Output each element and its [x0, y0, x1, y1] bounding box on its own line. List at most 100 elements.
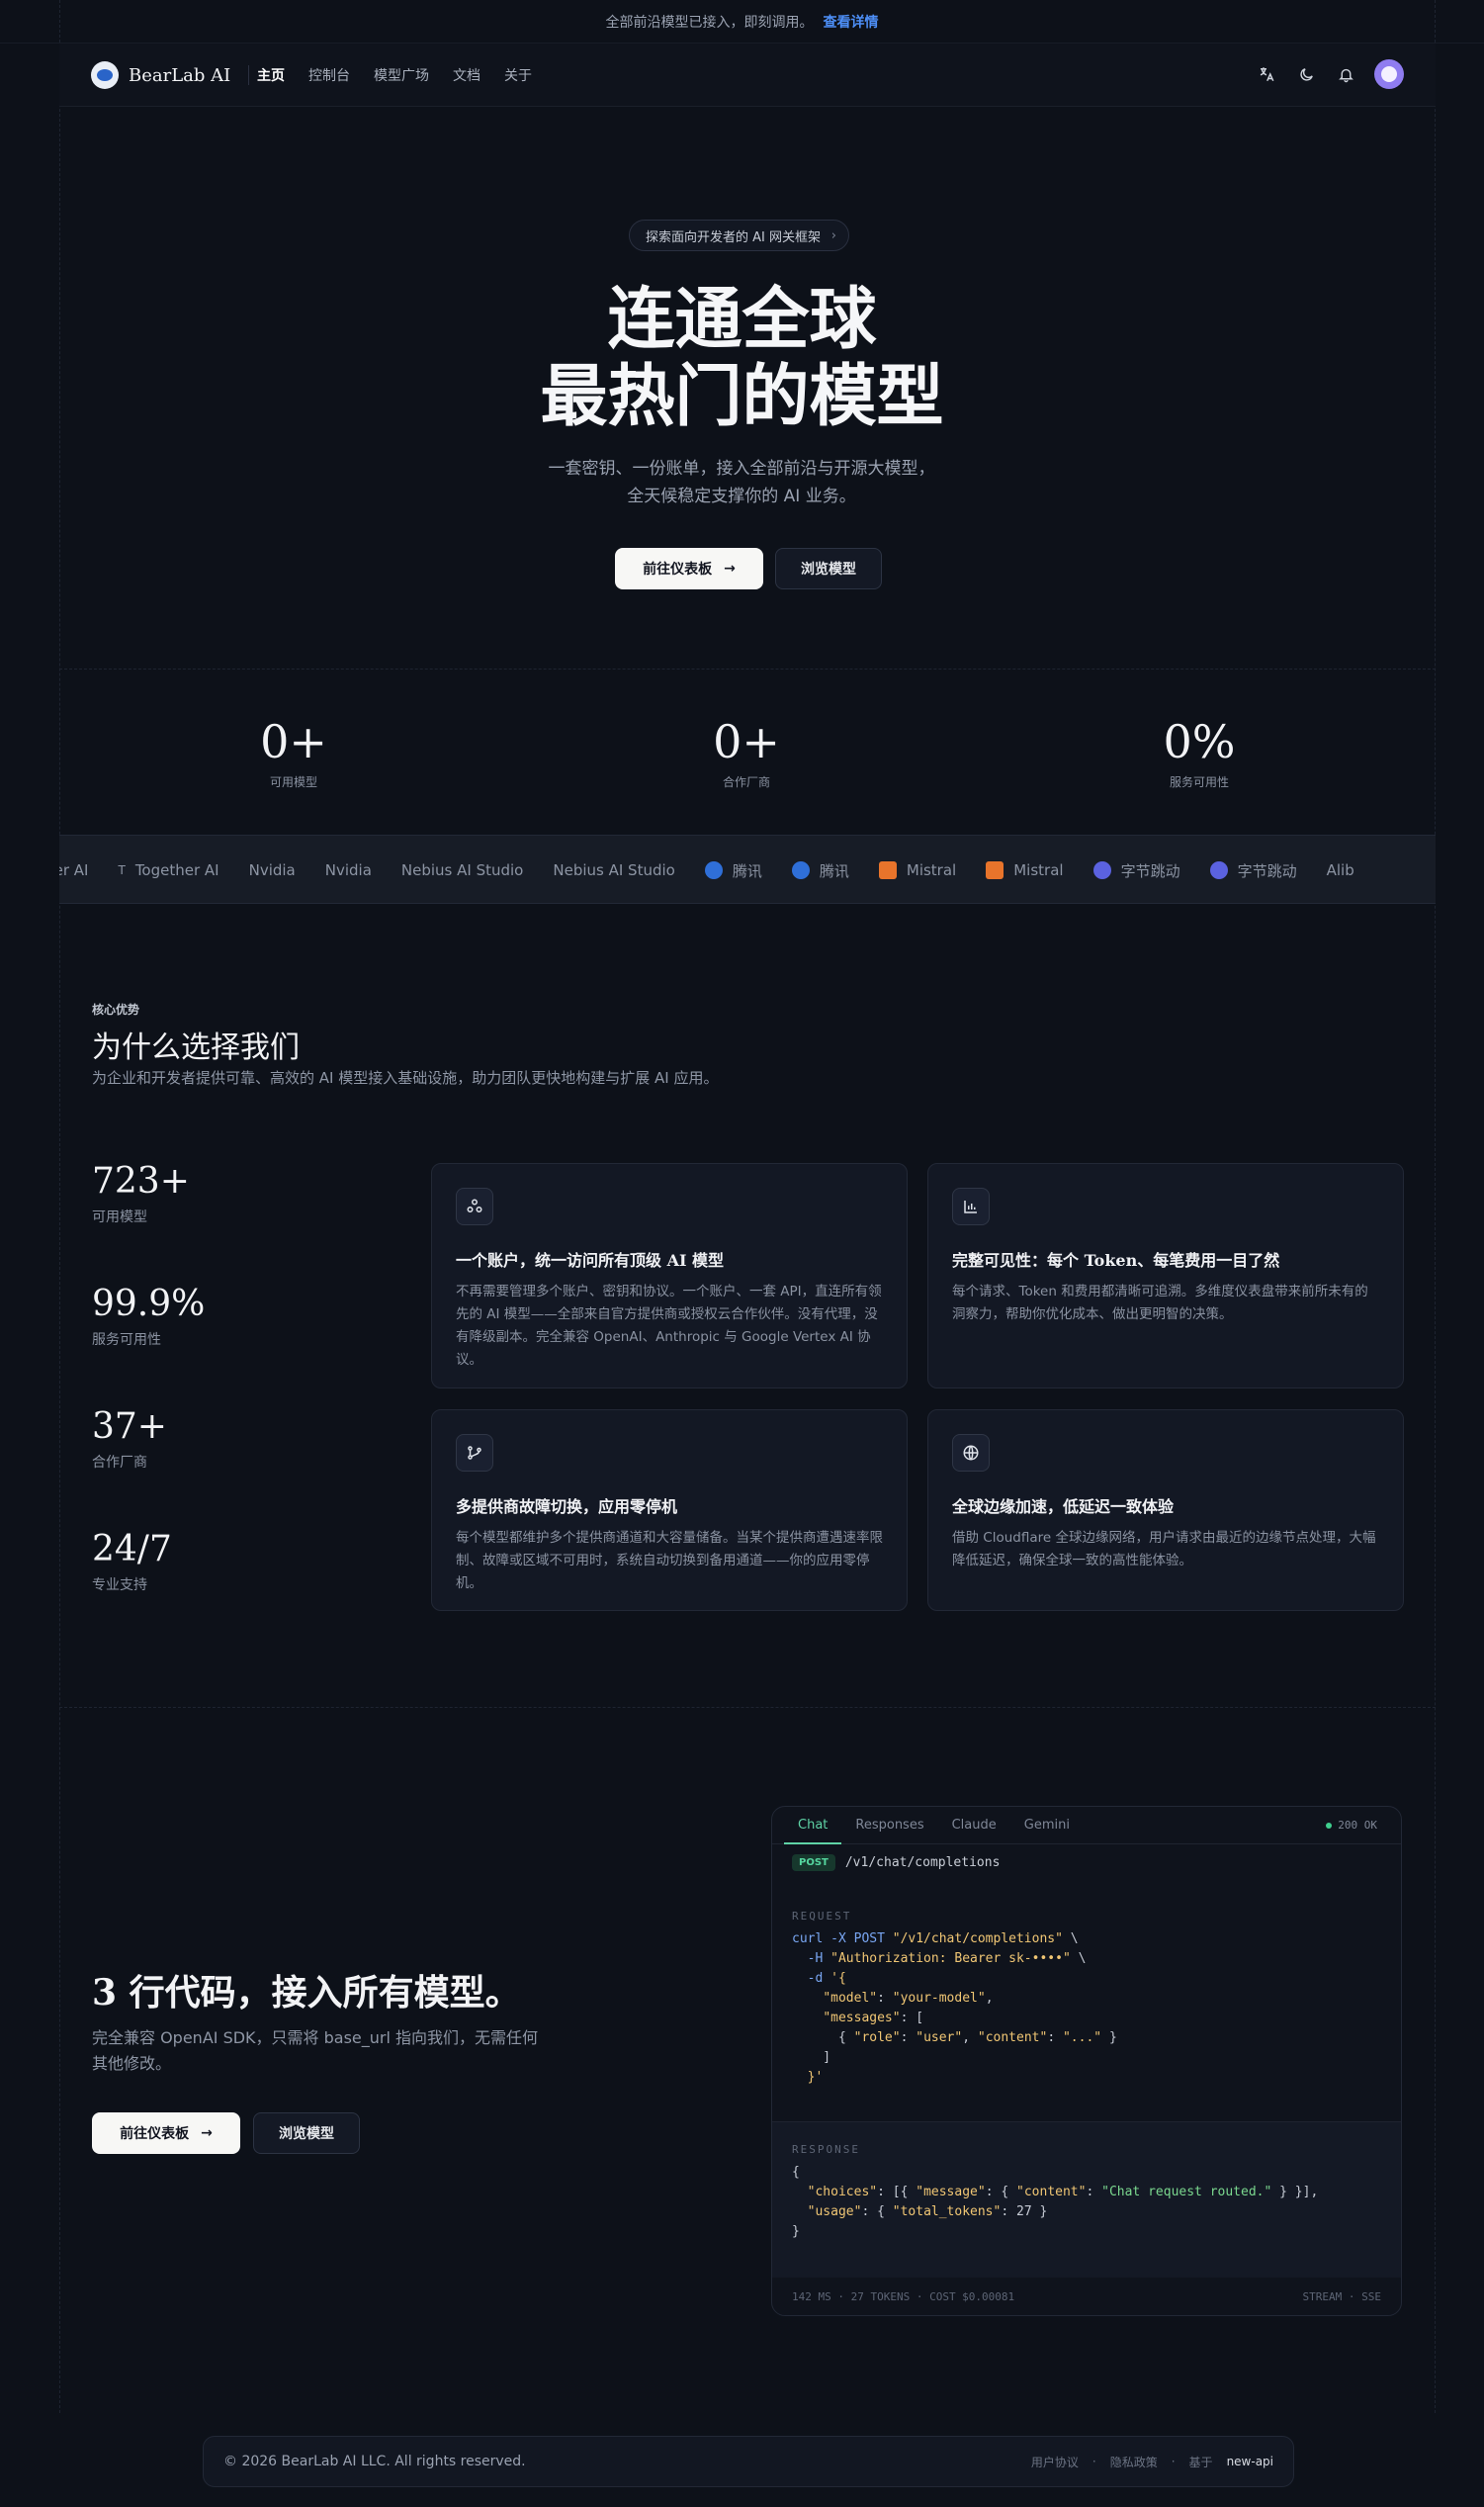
status-badge: 200 OK	[1326, 1819, 1377, 1832]
tencent-icon	[704, 861, 723, 879]
status-dot-icon	[1326, 1823, 1333, 1829]
provider-name: 字节跳动	[1237, 861, 1297, 880]
mistral-icon	[878, 861, 897, 879]
nav-models[interactable]: 模型广场	[374, 65, 429, 85]
announcement-link[interactable]: 查看详情	[824, 12, 879, 32]
provider-name: ether AI	[59, 861, 89, 879]
powered-link[interactable]: new-api	[1227, 2455, 1273, 2468]
nav-docs[interactable]: 文档	[453, 65, 480, 85]
stat-models: 0+ 可用模型	[195, 716, 393, 790]
hero-pill-text: 探索面向开发者的 AI 网关框架	[646, 229, 821, 245]
key-stat-value: 37+	[92, 1406, 167, 1447]
announcement-text: 全部前沿模型已接入，即刻调用。	[605, 14, 814, 31]
features-description: 为企业和开发者提供可靠、高效的 AI 模型接入基础设施，助力团队更快地构建与扩展…	[92, 1069, 719, 1087]
provider-item: 字节跳动	[1209, 860, 1297, 881]
tab-claude[interactable]: Claude	[938, 1807, 1010, 1844]
announcement-bar: 全部前沿模型已接入，即刻调用。 查看详情	[0, 0, 1484, 44]
terms-link[interactable]: 用户协议	[1031, 2454, 1079, 2470]
go-dashboard-button[interactable]: 前往仪表板 →	[615, 548, 763, 589]
code-panel: Chat Responses Claude Gemini 200 OK POST…	[771, 1806, 1402, 2316]
request-code: curl -X POST "/v1/chat/completions" \ -H…	[792, 1931, 1117, 2085]
arrow-right-icon: →	[724, 561, 736, 577]
nav-home[interactable]: 主页	[257, 65, 285, 85]
provider-item: 腾讯	[791, 860, 849, 881]
provider-item: Nvidia	[249, 861, 296, 879]
key-stat-label: 服务可用性	[92, 1332, 161, 1348]
provider-name: Mistral	[1013, 861, 1064, 879]
translate-icon[interactable]	[1256, 63, 1277, 85]
key-stat-value: 24/7	[92, 1529, 172, 1569]
brand-name: BearLab AI	[129, 64, 231, 86]
avatar[interactable]	[1374, 59, 1404, 89]
top-nav: BearLab AI 主页 控制台 模型广场 文档 关于	[59, 44, 1436, 107]
provider-name: 腾讯	[819, 861, 849, 880]
request-label: REQUEST	[792, 1910, 852, 1923]
go-dashboard-label: 前往仪表板	[643, 562, 713, 578]
feature-card: 全球边缘加速，低延迟一致体验 借助 Cloudflare 全球边缘网络，用户请求…	[927, 1409, 1404, 1611]
endpoint-path: /v1/chat/completions	[844, 1855, 1001, 1870]
tab-responses[interactable]: Responses	[841, 1807, 937, 1844]
divider	[59, 669, 1436, 670]
browse-models-label: 浏览模型	[801, 562, 856, 578]
card-text: 不再需要管理多个账户、密钥和协议。一个账户、一套 API，直连所有领先的 AI …	[456, 1284, 882, 1368]
powered-prefix: 基于	[1188, 2455, 1213, 2469]
stat-label: 服务可用性	[1169, 775, 1229, 789]
card-title: 完整可见性：每个 Token、每笔费用一目了然	[952, 1251, 1280, 1270]
hero-pill[interactable]: 探索面向开发者的 AI 网关框架 ›	[629, 220, 849, 251]
provider-name: 腾讯	[732, 861, 762, 880]
go-dashboard-button[interactable]: 前往仪表板 →	[92, 2112, 240, 2154]
feature-card: 完整可见性：每个 Token、每笔费用一目了然 每个请求、Token 和费用都清…	[927, 1163, 1404, 1388]
go-dashboard-label: 前往仪表板	[120, 2126, 190, 2142]
logo[interactable]: BearLab AI	[91, 61, 250, 89]
bytedance-icon	[1209, 861, 1228, 879]
stat-label: 合作厂商	[722, 775, 770, 789]
nav-about[interactable]: 关于	[504, 65, 532, 85]
stat-vendors: 0+ 合作厂商	[648, 716, 845, 790]
chevron-right-icon: ›	[830, 227, 836, 243]
stat-uptime: 0% 服务可用性	[1100, 716, 1298, 790]
hero-title-line2: 最热门的模型	[540, 357, 944, 436]
integration-description: 完全兼容 OpenAI SDK，只需将 base_url 指向我们，无需任何其他…	[92, 2028, 539, 2073]
tab-chat[interactable]: Chat	[784, 1807, 842, 1844]
integration-title: 3 行代码，接入所有模型。	[92, 1972, 521, 2014]
nav-console[interactable]: 控制台	[308, 65, 350, 85]
feature-card: 一个账户，统一访问所有顶级 AI 模型 不再需要管理多个账户、密钥和协议。一个账…	[431, 1163, 908, 1388]
code-meta: 142 MS · 27 TOKENS · COST $0.00081 STREA…	[792, 2290, 1381, 2303]
provider-item: 字节跳动	[1092, 860, 1180, 881]
key-stat: 99.9% 服务可用性	[92, 1284, 205, 1349]
key-stat-value: 723+	[92, 1161, 190, 1202]
provider-marquee: ether AI T Together AI Nvidia Nvidia Nebi…	[59, 835, 1436, 904]
feature-card: 多提供商故障切换，应用零停机 每个模型都维护多个提供商通道和大容量储备。当某个提…	[431, 1409, 908, 1611]
endpoint-row: POST /v1/chat/completions	[792, 1854, 1000, 1871]
provider-item: Alib	[1327, 861, 1354, 879]
mistral-icon	[986, 861, 1004, 879]
card-text: 每个请求、Token 和费用都清晰可追溯。多维度仪表盘带来前所未有的洞察力，帮助…	[952, 1284, 1368, 1322]
tab-gemini[interactable]: Gemini	[1010, 1807, 1084, 1844]
provider-track: ether AI T Together AI Nvidia Nvidia Nebi…	[59, 836, 1354, 903]
footer-separator: ·	[1091, 2455, 1096, 2468]
provider-name: Together AI	[134, 861, 219, 879]
response-code: { "choices": [{ "message": { "content": …	[792, 2165, 1319, 2239]
provider-item: Nvidia	[325, 861, 372, 879]
nav-links: 主页 控制台 模型广场 文档 关于	[257, 65, 532, 85]
provider-item: 腾讯	[704, 860, 762, 881]
browse-models-button[interactable]: 浏览模型	[775, 548, 882, 589]
provider-item: ether AI	[59, 861, 88, 879]
provider-item: Nebius AI Studio	[553, 861, 674, 879]
key-stat-value: 99.9%	[92, 1284, 206, 1324]
bytedance-icon	[1092, 861, 1111, 879]
arrow-right-icon: →	[201, 2125, 213, 2141]
privacy-link[interactable]: 隐私政策	[1110, 2454, 1158, 2470]
hero-title-line1: 连通全球	[607, 280, 877, 359]
code-meta-right: STREAM · SSE	[1302, 2290, 1381, 2303]
bell-icon[interactable]	[1335, 63, 1356, 85]
features-eyebrow: 核心优势	[92, 1003, 140, 1017]
divider	[59, 1707, 1436, 1708]
browse-models-button[interactable]: 浏览模型	[253, 2112, 360, 2154]
hero-subtitle: 一套密钥、一份账单，接入全部前沿与开源大模型，全天候稳定支撑你的 AI 业务。	[548, 459, 935, 506]
footer: © 2026 BearLab AI LLC. All rights reserv…	[203, 2436, 1294, 2487]
key-stat-label: 专业支持	[92, 1577, 147, 1593]
provider-name: 字节跳动	[1120, 861, 1180, 880]
moon-icon[interactable]	[1295, 63, 1317, 85]
nodes-icon	[456, 1188, 493, 1225]
